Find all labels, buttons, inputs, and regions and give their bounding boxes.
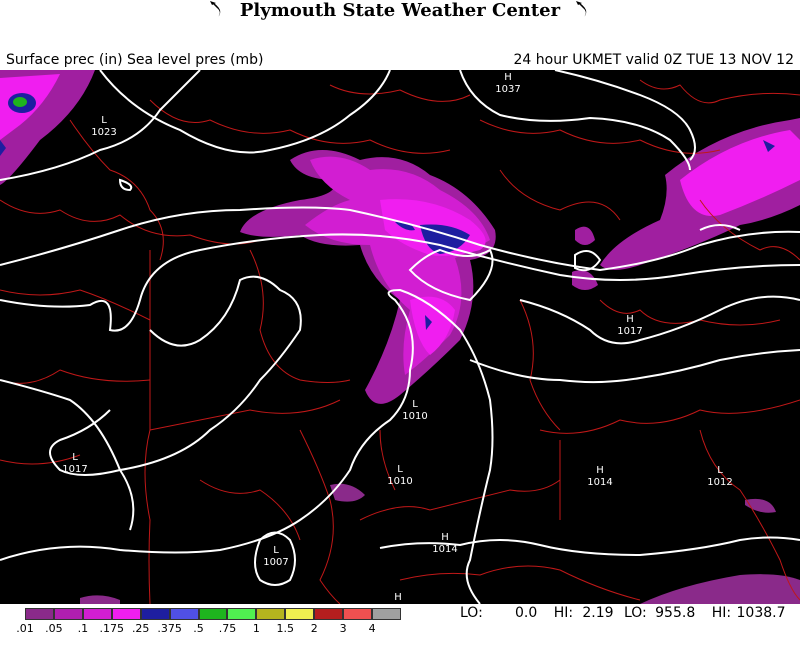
legend-swatch	[111, 608, 141, 620]
field-statistics: LO: 0.0 HI: 2.19 LO: 955.8 HI: 1038.7	[460, 605, 800, 621]
legend-swatch	[372, 608, 401, 620]
map-panel: H 1037 L 1023 L 1017 L 1010 H 1017 L 1010 H 1014 L 1012…	[0, 70, 800, 604]
legend-swatch	[314, 608, 344, 620]
title-text: Plymouth State Weather Center	[239, 0, 561, 21]
legend-tick-label: 1.5	[276, 622, 295, 635]
map-canvas: H1037L1023L1017L1010H1017L1010H1014L1012…	[0, 70, 800, 604]
legend-swatch	[169, 608, 199, 620]
pressure-center-value: 1010	[387, 476, 412, 487]
legend-tick-label: .1	[77, 622, 89, 635]
pressure-lo-label: LO:	[623, 605, 647, 621]
field-description: Surface prec (in) Sea level pres (mb)	[6, 52, 264, 68]
pressure-hi-label: HI:	[711, 605, 732, 621]
legend-swatch	[25, 608, 54, 620]
precip-lo-label: LO:	[460, 605, 483, 621]
pressure-center-value: 1010	[402, 411, 427, 422]
pressure-center-value: 1037	[495, 84, 520, 95]
pressure-center-value: 1017	[617, 326, 642, 337]
precip-lo-value: 0.0	[514, 605, 538, 621]
pressure-center-letter: H	[504, 72, 512, 83]
pressure-center-value: 1007	[263, 557, 288, 568]
pressure-center-letter: H	[596, 465, 604, 476]
pressure-hi-value: 1038.7	[736, 605, 786, 621]
legend-tick-label: .05	[45, 622, 63, 635]
legend-swatch	[227, 608, 257, 620]
pressure-center-value: 1017	[62, 464, 87, 475]
pressure-lo-value: 955.8	[655, 605, 696, 621]
legend-tick-label: .01	[16, 622, 34, 635]
pressure-center-letter: L	[101, 115, 107, 126]
pressure-center-value: 1023	[91, 127, 116, 138]
pressure-center: H	[394, 592, 402, 603]
pressure-center-letter: L	[72, 452, 78, 463]
pressure-center-letter: H	[626, 314, 634, 325]
legend-tick-label: .75	[218, 622, 237, 635]
page-title: Plymouth State Weather Center	[0, 0, 800, 22]
legend-swatch	[343, 608, 373, 620]
legend-tick-label: .175	[99, 622, 125, 635]
precip-hi-label: HI:	[553, 605, 574, 621]
pressure-center-letter: L	[412, 399, 418, 410]
storm-symbol-icon	[574, 0, 592, 18]
legend-swatch	[198, 608, 228, 620]
pressure-center-letter: H	[441, 532, 449, 543]
legend-tick-label: 3	[339, 622, 347, 635]
legend-swatch	[53, 608, 83, 620]
legend-tick-labels: .01 .05 .1 .175 .25 .375 .5 .75 1 1.5 2 3 4	[0, 622, 440, 638]
weather-map-page: Plymouth State Weather Center Surface pr…	[0, 0, 800, 653]
precip-color-legend	[25, 608, 401, 622]
legend-tick-label: .5	[193, 622, 204, 635]
pressure-center-letter: H	[394, 592, 402, 603]
legend-tick-label: 4	[368, 622, 376, 635]
pressure-center-value: 1012	[707, 477, 732, 488]
legend-tick-label: 2	[310, 622, 318, 635]
legend-swatch	[256, 608, 286, 620]
pressure-center-value: 1014	[432, 544, 457, 555]
pressure-center-letter: L	[273, 545, 279, 556]
pressure-center-value: 1014	[587, 477, 612, 488]
legend-swatch	[82, 608, 112, 620]
model-valid-time: 24 hour UKMET valid 0Z TUE 13 NOV 12	[513, 52, 794, 68]
legend-swatch	[140, 608, 170, 620]
precip-hi-value: 2.19	[582, 605, 614, 621]
pressure-center-letter: L	[397, 464, 403, 475]
legend-tick-label: .25	[131, 622, 150, 635]
legend-swatch	[285, 608, 315, 620]
legend-tick-label: .375	[157, 622, 182, 635]
pressure-center-letter: L	[717, 465, 723, 476]
storm-symbol-icon	[208, 0, 226, 18]
legend-tick-label: 1	[252, 622, 260, 635]
